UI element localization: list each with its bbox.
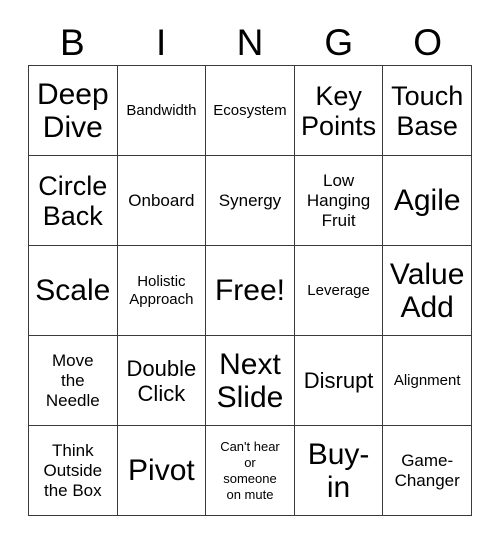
bingo-row: Deep Dive Bandwidth Ecosystem Key Points Tou… (28, 65, 472, 156)
bingo-cell[interactable]: Holistic Approach (116, 245, 207, 336)
bingo-cell[interactable]: Next Slide (205, 335, 295, 426)
bingo-header-letter-n: N (236, 22, 264, 63)
bingo-cell[interactable]: Key Points (293, 65, 384, 156)
bingo-cell-label: Alignment (393, 371, 461, 389)
bingo-cell-label: Double Click (126, 355, 197, 406)
bingo-cell-label: Deep Dive (36, 77, 109, 144)
bingo-cell-label: Scale (35, 274, 111, 307)
bingo-cell-label: Onboard (128, 190, 195, 210)
bingo-cell-label: Key Points (301, 80, 377, 141)
bingo-cell[interactable]: Pivot (116, 425, 207, 516)
bingo-header-letter-b: B (60, 22, 85, 63)
bingo-cell[interactable]: Scale (28, 245, 118, 336)
bingo-cell-label: Value Add (389, 257, 465, 324)
bingo-cell[interactable]: Deep Dive (28, 65, 118, 156)
bingo-cell-free-space[interactable]: Free! (205, 245, 295, 336)
bingo-header-letter-o: O (413, 22, 442, 63)
bingo-cell-label: Game- Changer (394, 450, 460, 490)
bingo-row: Circle Back Onboard Synergy Low Hanging Fru… (28, 155, 472, 246)
bingo-cell[interactable]: Bandwidth (116, 65, 207, 156)
bingo-cell[interactable]: Leverage (293, 245, 384, 336)
bingo-grid: Deep Dive Bandwidth Ecosystem Key Points Tou… (28, 65, 472, 516)
bingo-header-letter-i: I (156, 22, 167, 63)
bingo-cell-label: Disrupt (303, 368, 374, 393)
bingo-cell[interactable]: Ecosystem (205, 65, 295, 156)
bingo-cell-label: Next Slide (216, 347, 284, 414)
bingo-cell[interactable]: Can't hear or someone on mute (205, 425, 295, 516)
bingo-cell[interactable]: Double Click (116, 335, 207, 426)
bingo-cell-label: Move the Needle (45, 350, 100, 410)
bingo-cell-label: Ecosystem (213, 101, 287, 119)
bingo-cell[interactable]: Touch Base (382, 65, 472, 156)
bingo-cell[interactable]: Disrupt (293, 335, 384, 426)
bingo-row: Move the Needle Double Click Next Slide Dis… (28, 335, 472, 426)
bingo-cell-label: Low Hanging Fruit (306, 170, 371, 230)
bingo-cell[interactable]: Think Outside the Box (28, 425, 118, 516)
bingo-cell[interactable]: Game- Changer (382, 425, 472, 516)
bingo-cell-label: Pivot (128, 454, 195, 487)
bingo-cell-label: Agile (393, 184, 461, 217)
bingo-cell-label: Buy- in (307, 437, 370, 504)
bingo-cell[interactable]: Synergy (205, 155, 295, 246)
bingo-header-row: B I N G O (28, 8, 472, 65)
bingo-header-letter-g: G (324, 22, 354, 63)
bingo-cell[interactable]: Agile (382, 155, 472, 246)
bingo-row: Scale Holistic Approach Free! Leverage Value… (28, 245, 472, 336)
bingo-cell-label: Touch Base (391, 80, 464, 141)
bingo-card: B I N G O Deep Dive Bandwidth Ecosystem Key… (28, 8, 472, 516)
bingo-cell-label: Holistic Approach (129, 272, 194, 308)
bingo-cell-label: Leverage (307, 281, 370, 299)
bingo-cell[interactable]: Alignment (382, 335, 472, 426)
bingo-cell-label: Circle Back (38, 170, 108, 231)
bingo-cell[interactable]: Move the Needle (28, 335, 118, 426)
bingo-cell-label: Can't hear or someone on mute (220, 438, 280, 502)
bingo-cell-label: Free! (214, 274, 285, 307)
bingo-cell[interactable]: Buy- in (293, 425, 384, 516)
bingo-cell-label: Synergy (218, 190, 282, 210)
bingo-cell-label: Bandwidth (126, 101, 197, 119)
bingo-cell[interactable]: Value Add (382, 245, 472, 336)
bingo-row: Think Outside the Box Pivot Can't hear or … (28, 425, 472, 516)
bingo-cell[interactable]: Circle Back (28, 155, 118, 246)
bingo-cell-label: Think Outside the Box (43, 440, 103, 500)
bingo-cell[interactable]: Low Hanging Fruit (293, 155, 384, 246)
bingo-cell[interactable]: Onboard (116, 155, 207, 246)
